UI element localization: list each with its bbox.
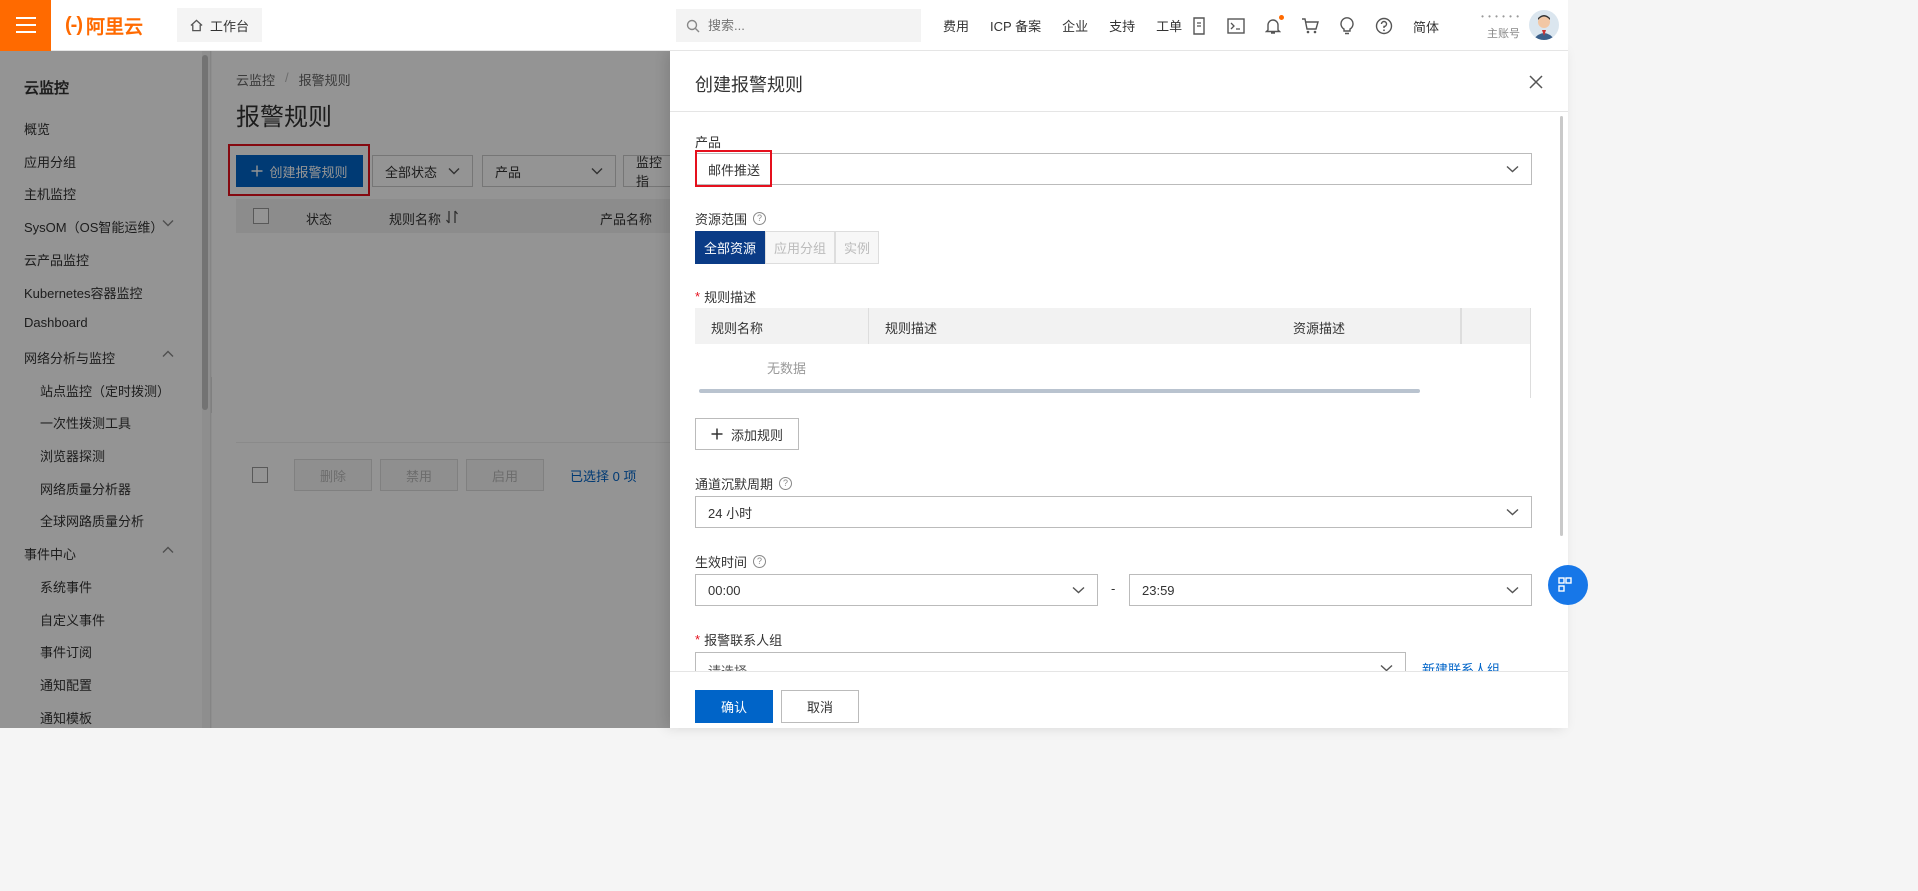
- silence-label: 通道沉默周期 ?: [695, 474, 793, 493]
- avatar[interactable]: [1529, 10, 1559, 40]
- cart-icon[interactable]: [1301, 17, 1319, 35]
- drawer-header: 创建报警规则: [670, 51, 1568, 112]
- chevron-down-icon: [1380, 664, 1393, 671]
- contact-group-select[interactable]: 请选择: [695, 652, 1406, 671]
- bell-icon[interactable]: [1264, 14, 1284, 35]
- table-horizontal-scrollbar[interactable]: [699, 389, 1420, 393]
- nav-ticket[interactable]: 工单: [1156, 16, 1182, 35]
- search-input[interactable]: [708, 18, 908, 33]
- product-label: 产品: [695, 132, 721, 151]
- drawer-title: 创建报警规则: [695, 75, 803, 95]
- contact-group-placeholder: 请选择: [708, 661, 747, 671]
- search-box[interactable]: [676, 9, 921, 42]
- add-rule-label: 添加规则: [730, 427, 783, 443]
- scope-segmented-control: 全部资源 应用分组 实例: [695, 231, 880, 264]
- menu-icon[interactable]: [0, 0, 51, 51]
- home-icon: [190, 19, 203, 31]
- new-contact-group-link[interactable]: 新建联系人组: [1422, 659, 1500, 671]
- rule-desc-label: * 规则描述: [695, 287, 756, 306]
- top-navbar: (-) 阿里云 工作台 费用 ICP 备案 企业 支持 工单 简体 • • • …: [0, 0, 1568, 51]
- chevron-down-icon: [1072, 586, 1085, 594]
- contact-group-label: * 报警联系人组: [695, 630, 782, 649]
- rule-desc-label-text: 规则描述: [704, 290, 757, 305]
- effective-end-select[interactable]: 23:59: [1129, 574, 1532, 606]
- confirm-button[interactable]: 确认: [695, 690, 773, 723]
- scope-instance[interactable]: 实例: [835, 231, 880, 264]
- help-icon[interactable]: ?: [753, 212, 767, 225]
- help-circle-icon[interactable]: [1375, 17, 1393, 35]
- silence-period-value: 24 小时: [708, 505, 753, 521]
- aliyun-logo[interactable]: (-) 阿里云: [65, 12, 161, 39]
- close-icon[interactable]: [1527, 73, 1545, 91]
- language-switch[interactable]: 简体: [1413, 17, 1439, 36]
- account-role: 主账号: [1487, 28, 1520, 40]
- logo-mark: (-): [65, 13, 83, 36]
- scope-app-group[interactable]: 应用分组: [765, 231, 836, 264]
- floating-app-button[interactable]: [1548, 565, 1588, 605]
- required-mark: *: [695, 289, 701, 304]
- workbench-button[interactable]: 工作台: [177, 8, 263, 42]
- silence-period-select[interactable]: 24 小时: [695, 496, 1532, 528]
- create-alarm-rule-drawer: 创建报警规则 产品 邮件推送 资源范围 ? 全部资源 应用分组 实例 * 规则描…: [670, 51, 1568, 728]
- col-rule-desc: 规则描述: [885, 321, 938, 336]
- nav-icp[interactable]: ICP 备案: [990, 16, 1041, 35]
- drawer-footer: 确认 取消: [670, 671, 1568, 728]
- logo-text: 阿里云: [85, 15, 143, 38]
- contact-group-label-text: 报警联系人组: [704, 633, 783, 648]
- workbench-label: 工作台: [210, 18, 250, 34]
- silence-label-text: 通道沉默周期: [695, 477, 774, 492]
- product-select[interactable]: 邮件推送: [695, 153, 1532, 185]
- highlight-product-value: [695, 150, 772, 187]
- nav-enterprise[interactable]: 企业: [1062, 16, 1088, 35]
- account-info[interactable]: • • • • • • 主账号: [1478, 12, 1520, 41]
- chevron-down-icon: [1506, 586, 1519, 594]
- scope-label-text: 资源范围: [695, 212, 748, 227]
- cancel-button[interactable]: 取消: [781, 690, 859, 723]
- scope-label: 资源范围 ?: [695, 209, 767, 228]
- effective-end-value: 23:59: [1142, 582, 1175, 598]
- chevron-down-icon: [1506, 508, 1519, 516]
- lightbulb-icon[interactable]: [1338, 16, 1356, 35]
- rule-desc-table-header: 规则名称 规则描述 资源描述: [695, 308, 1530, 344]
- scope-all-resources[interactable]: 全部资源: [695, 231, 766, 264]
- top-nav-links: 费用 ICP 备案 企业 支持 工单: [943, 0, 1203, 51]
- col-resource-desc: 资源描述: [1293, 321, 1346, 336]
- time-range-separator: -: [1111, 581, 1116, 596]
- chevron-down-icon: [1506, 165, 1519, 173]
- help-icon[interactable]: ?: [753, 555, 767, 568]
- account-name: • • • • • •: [1481, 12, 1520, 21]
- modal-overlay[interactable]: [0, 51, 670, 728]
- required-mark: *: [695, 632, 701, 647]
- grid-icon: [1558, 577, 1572, 592]
- rule-desc-table: 规则名称 规则描述 资源描述 无数据: [695, 308, 1531, 398]
- nav-billing[interactable]: 费用: [943, 16, 969, 35]
- plus-icon: [711, 428, 723, 440]
- filing-icon[interactable]: [1190, 16, 1208, 35]
- col-rule-name: 规则名称: [711, 321, 764, 336]
- search-icon: [686, 19, 700, 32]
- top-nav-icons: [1190, 0, 1393, 51]
- empty-state: 无数据: [767, 361, 807, 376]
- product-label-text: 产品: [695, 135, 722, 150]
- nav-support[interactable]: 支持: [1109, 16, 1135, 35]
- column-divider: [1460, 308, 1462, 344]
- help-icon[interactable]: ?: [779, 477, 793, 490]
- terminal-icon[interactable]: [1227, 17, 1245, 35]
- add-rule-button[interactable]: 添加规则: [695, 418, 799, 450]
- effective-start-value: 00:00: [708, 582, 741, 598]
- effective-start-select[interactable]: 00:00: [695, 574, 1098, 606]
- notification-dot: [1279, 14, 1284, 20]
- effective-time-label: 生效时间 ?: [695, 552, 767, 571]
- effective-time-label-text: 生效时间: [695, 555, 748, 570]
- drawer-scrollbar[interactable]: [1560, 116, 1563, 536]
- column-divider: [868, 308, 869, 344]
